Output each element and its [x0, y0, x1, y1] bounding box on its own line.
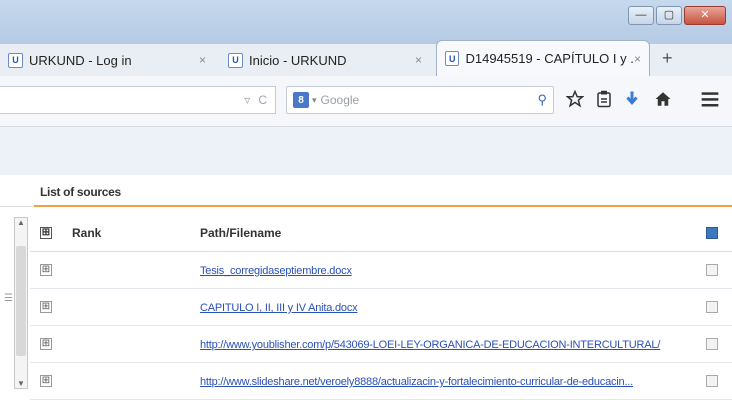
urkund-favicon-icon: U [228, 52, 243, 68]
path-cell: Tesis_corregidaseptiembre.docx [152, 263, 732, 277]
table-row[interactable]: ⊞ http://www.youblisher.com/p/543069-LOE… [30, 326, 732, 363]
page-content: List of sources ▲ ▼ ☰ ⊞ Rank Path/Filena… [0, 127, 732, 400]
urkund-favicon-icon: U [445, 51, 460, 66]
new-tab-button[interactable]: + [662, 48, 673, 69]
select-all-checkbox[interactable] [706, 227, 718, 239]
tab-close-icon[interactable]: × [199, 53, 206, 67]
window-controls: — ▢ ✕ [628, 6, 726, 25]
minimize-button[interactable]: — [628, 6, 654, 25]
search-engine-dropdown-icon[interactable]: ▾ [312, 95, 317, 106]
expand-row-icon[interactable]: ⊞ [40, 301, 52, 313]
scroll-up-icon[interactable]: ▲ [15, 218, 27, 227]
tab-urkund-inicio[interactable]: U Inicio - URKUND × [220, 44, 430, 76]
urkund-favicon-icon: U [8, 52, 23, 68]
page-header-band [0, 127, 732, 175]
tab-title: URKUND - Log in [29, 52, 132, 68]
tab-underline-divider [34, 205, 732, 207]
url-dropdown-icon[interactable]: ▿ [244, 93, 250, 107]
expand-row-icon[interactable]: ⊞ [40, 338, 52, 350]
tab-close-icon[interactable]: × [415, 53, 422, 67]
resize-grip-icon[interactable]: ☰ [4, 293, 13, 304]
url-bar[interactable]: ▿ C [0, 86, 276, 114]
reload-icon[interactable]: C [258, 93, 267, 107]
close-window-button[interactable]: ✕ [684, 6, 726, 25]
sources-table: ⊞ Rank Path/Filename ⊞ Tesis_corregidase… [30, 215, 732, 400]
search-input[interactable]: Google [321, 93, 538, 107]
rank-cell [52, 337, 152, 351]
source-link[interactable]: CAPITULO I, II, III y IV Anita.docx [200, 302, 358, 314]
row-checkbox[interactable] [706, 375, 718, 387]
table-row[interactable]: ⊞ CAPITULO I, II, III y IV Anita.docx [30, 289, 732, 326]
home-icon[interactable] [654, 90, 672, 113]
search-icon[interactable]: ⚲ [537, 92, 547, 108]
download-icon[interactable] [624, 90, 640, 113]
rank-column-header[interactable]: Rank [52, 226, 152, 240]
tab-title: Inicio - URKUND [249, 52, 347, 68]
tab-close-icon[interactable]: × [634, 52, 641, 66]
path-cell: http://www.slideshare.net/veroely8888/ac… [152, 374, 732, 388]
divider [0, 206, 34, 207]
browser-toolbar: ▿ C 8 ▾ Google ⚲ [0, 76, 732, 127]
scrollbar-thumb[interactable] [16, 246, 26, 356]
path-column-header[interactable]: Path/Filename [152, 226, 732, 240]
search-bar[interactable]: 8 ▾ Google ⚲ [286, 86, 554, 114]
source-link[interactable]: http://www.slideshare.net/veroely8888/ac… [200, 376, 633, 388]
path-cell: CAPITULO I, II, III y IV Anita.docx [152, 300, 732, 314]
browser-titlebar: — ▢ ✕ [0, 0, 732, 44]
row-checkbox[interactable] [706, 338, 718, 350]
path-cell: http://www.youblisher.com/p/543069-LOEI-… [152, 337, 732, 351]
row-checkbox[interactable] [706, 264, 718, 276]
source-link[interactable]: http://www.youblisher.com/p/543069-LOEI-… [200, 339, 660, 351]
maximize-button[interactable]: ▢ [656, 6, 682, 25]
google-engine-icon[interactable]: 8 [293, 92, 309, 108]
rank-cell [52, 300, 152, 314]
tab-urkund-login[interactable]: U URKUND - Log in × [0, 44, 214, 76]
row-checkbox[interactable] [706, 301, 718, 313]
tab-list-of-sources[interactable]: List of sources [34, 179, 127, 205]
star-icon[interactable] [565, 89, 585, 113]
expand-all-icon[interactable]: ⊞ [40, 227, 52, 239]
sources-scrollbar[interactable]: ▲ ▼ [14, 217, 28, 389]
table-row[interactable]: ⊞ Tesis_corregidaseptiembre.docx [30, 252, 732, 289]
table-row[interactable]: ⊞ http://www.slideshare.net/veroely8888/… [30, 363, 732, 400]
menu-icon[interactable] [700, 90, 720, 113]
source-link[interactable]: Tesis_corregidaseptiembre.docx [200, 265, 352, 277]
rank-cell [52, 374, 152, 388]
expand-row-icon[interactable]: ⊞ [40, 264, 52, 276]
clipboard-icon[interactable] [596, 90, 612, 113]
tab-title: D14945519 - CAPÍTULO I y ... [465, 51, 634, 66]
expand-row-icon[interactable]: ⊞ [40, 375, 52, 387]
scroll-down-icon[interactable]: ▼ [15, 379, 27, 388]
tab-document-active[interactable]: U D14945519 - CAPÍTULO I y ... × [436, 40, 650, 76]
table-header-row: ⊞ Rank Path/Filename [30, 215, 732, 252]
rank-cell [52, 263, 152, 277]
